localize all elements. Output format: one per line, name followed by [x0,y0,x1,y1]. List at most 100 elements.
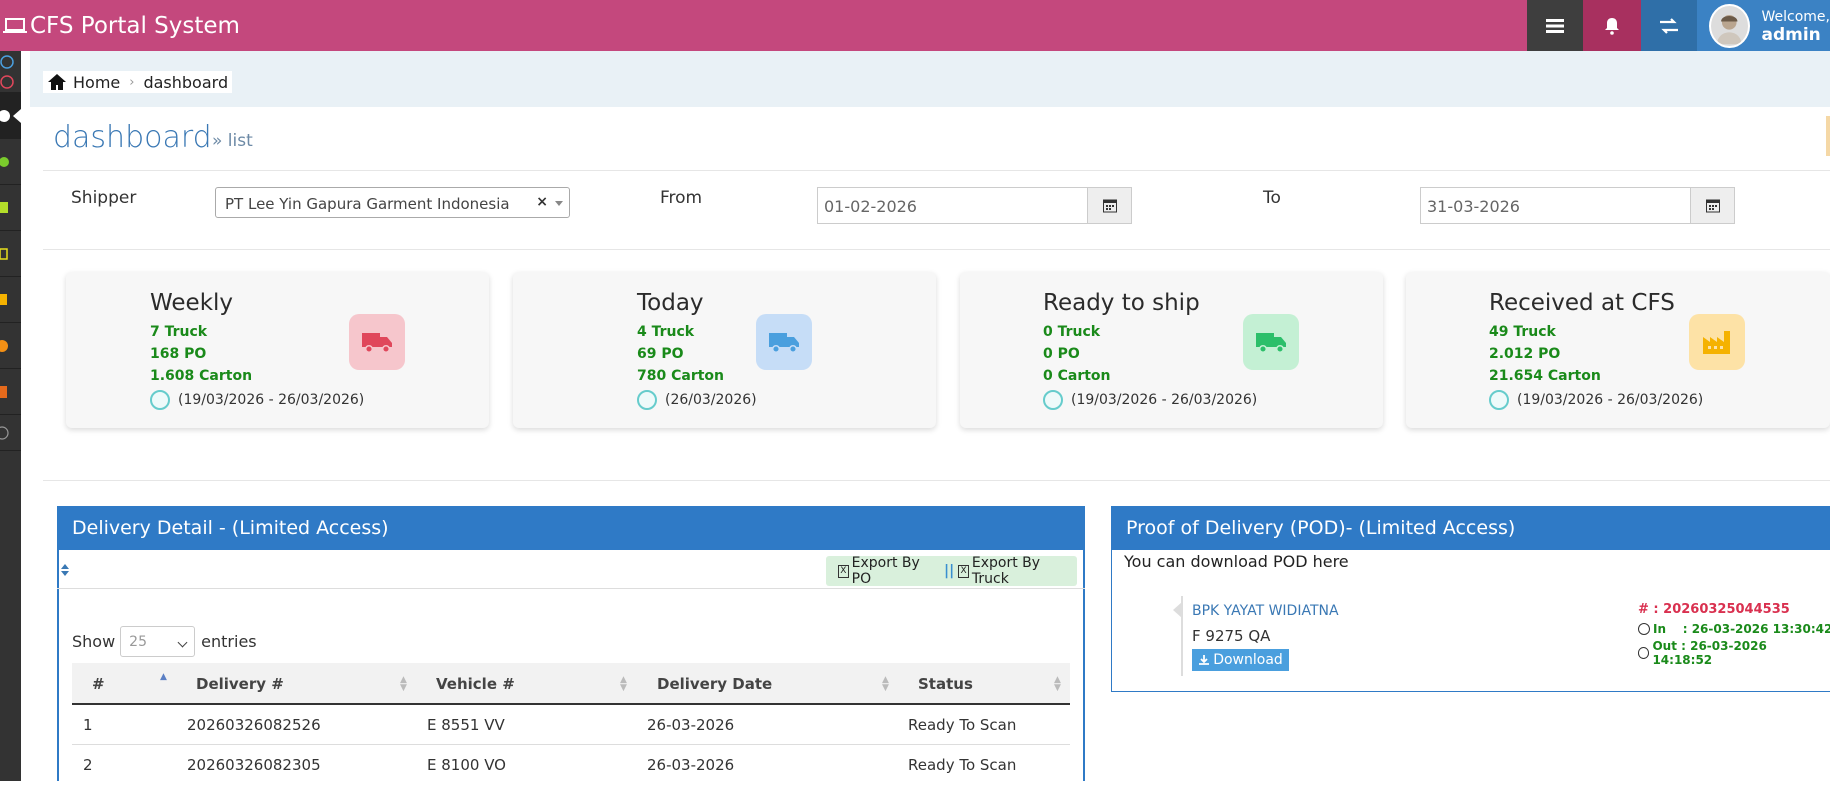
show-label: Show [72,632,115,651]
factory-icon [1689,314,1745,370]
collapse-icon [0,415,21,451]
shipper-select[interactable]: PT Lee Yin Gapura Garment Indonesia × [215,187,570,218]
card-title: Today [637,290,704,316]
card-title: Ready to ship [1043,290,1200,316]
user-avatar-icon [1711,6,1748,46]
calendar-icon [1043,390,1063,410]
sidebar-item-5[interactable] [0,277,21,323]
column-header-vehicle[interactable]: Vehicle # [436,675,515,693]
top-navbar: CFS Portal System Welcome,admin [0,0,1830,51]
divider [43,170,1830,171]
welcome-text: Welcome,admin [1762,8,1830,44]
sort-toggle-icon[interactable] [59,562,71,578]
user-menu[interactable]: Welcome,admin [1697,0,1830,51]
column-header-date[interactable]: Delivery Date [657,675,772,693]
shipper-label: Shipper [71,188,136,208]
breadcrumb: Home › dashboard [43,71,232,93]
column-header-delivery[interactable]: Delivery # [196,675,284,693]
delivery-panel-header: Delivery Detail - (Limited Access) [57,506,1085,550]
pod-number: # : 20260325044535 [1638,602,1790,617]
clock-icon [1638,623,1650,635]
sidebar-collapse[interactable] [0,415,21,451]
calendar-icon [1706,198,1720,213]
delivery-panel-title: Delivery Detail - (Limited Access) [72,517,389,539]
circles-icon [0,51,21,93]
calendar-icon [150,390,170,410]
column-header-status[interactable]: Status [918,675,973,693]
sort-icon: ▲▼ [882,676,889,692]
breadcrumb-home[interactable]: Home [73,73,120,92]
notifications-button[interactable] [1583,0,1641,51]
date-range-text: (19/03/2026 - 26/03/2026) [178,392,364,408]
breadcrumb-bar [21,51,1830,107]
entries-select[interactable]: 25 [120,626,195,657]
card-po: 168 PO [150,346,206,362]
export-by-po-label: Export By PO [852,555,940,587]
export-toolbar: XExport By PO || XExport By Truck [826,556,1077,586]
side-tab[interactable] [1826,116,1830,156]
calendar-icon [1489,390,1509,410]
download-button[interactable]: Download [1192,649,1289,671]
cell-delivery: 20260326082526 [187,716,321,734]
card-date-range: (19/03/2026 - 26/03/2026) [150,390,364,410]
table-header: # ▲ Delivery # ▲▼ Vehicle # ▲▼ Delivery … [72,663,1070,705]
to-date-field[interactable]: 31-03-2026 [1420,187,1735,224]
card-carton: 21.654 Carton [1489,368,1601,384]
square-icon [0,231,21,277]
clear-shipper-button[interactable]: × [536,194,548,210]
table-row[interactable]: 2 20260326082305 E 8100 VO 26-03-2026 Re… [72,745,1070,785]
sidebar-item-3[interactable] [0,185,21,231]
column-header-index[interactable]: # [92,675,105,693]
sidebar-item-7[interactable] [0,369,21,415]
pod-item: BPK YAYAT WIDIATNA F 9275 QA Download # … [1181,596,1821,676]
switch-button[interactable] [1641,0,1697,51]
from-calendar-button[interactable] [1087,188,1131,223]
cell-index: 2 [83,756,93,774]
card-carton: 1.608 Carton [150,368,252,384]
list-icon [0,185,21,231]
sidebar-item-2[interactable] [0,139,21,185]
pod-driver-name[interactable]: BPK YAYAT WIDIATNA [1192,603,1339,619]
truck-icon [349,314,405,370]
card-po: 2.012 PO [1489,346,1560,362]
excel-icon: X [958,565,969,578]
sidebar [0,51,21,781]
sidebar-item-dashboard[interactable] [0,93,21,139]
from-label: From [660,188,702,208]
export-by-truck-label: Export By Truck [972,555,1077,587]
leaf-icon [0,139,21,185]
tag-icon [0,277,21,323]
bell-icon [1603,17,1621,35]
export-by-truck-button[interactable]: XExport By Truck [958,555,1077,587]
username: admin [1762,26,1830,44]
cell-date: 26-03-2026 [647,716,734,734]
to-calendar-button[interactable] [1690,188,1734,223]
divider [43,480,1830,481]
sidebar-item-4[interactable] [0,231,21,277]
clock-icon [1638,647,1649,659]
sidebar-item-theme[interactable] [0,51,21,93]
avatar [1709,4,1750,48]
sidebar-item-6[interactable] [0,323,21,369]
welcome-label: Welcome, [1762,9,1830,25]
card-truck: 7 Truck [150,324,207,340]
card-weekly: Weekly 7 Truck 168 PO 1.608 Carton (19/0… [66,272,489,428]
truck-icon [756,314,812,370]
brand[interactable]: CFS Portal System [0,0,240,51]
html-icon [0,369,21,415]
export-by-po-button[interactable]: XExport By PO [838,555,940,587]
pod-panel-header: Proof of Delivery (POD)- (Limited Access… [1111,506,1830,550]
pod-intro: You can download POD here [1124,552,1349,571]
cell-index: 1 [83,716,93,734]
table-row[interactable]: 1 20260326082526 E 8551 VV 26-03-2026 Re… [72,705,1070,745]
card-po: 69 PO [637,346,684,362]
card-date-range: (19/03/2026 - 26/03/2026) [1489,390,1703,410]
from-date-field[interactable]: 01-02-2026 [817,187,1132,224]
cell-status: Ready To Scan [908,756,1016,774]
card-truck: 4 Truck [637,324,694,340]
tasks-icon [1546,18,1564,34]
sort-icon: ▲▼ [400,676,407,692]
tasks-button[interactable] [1527,0,1583,51]
date-range-text: (19/03/2026 - 26/03/2026) [1517,392,1703,408]
page-title: dashboard [53,120,212,155]
